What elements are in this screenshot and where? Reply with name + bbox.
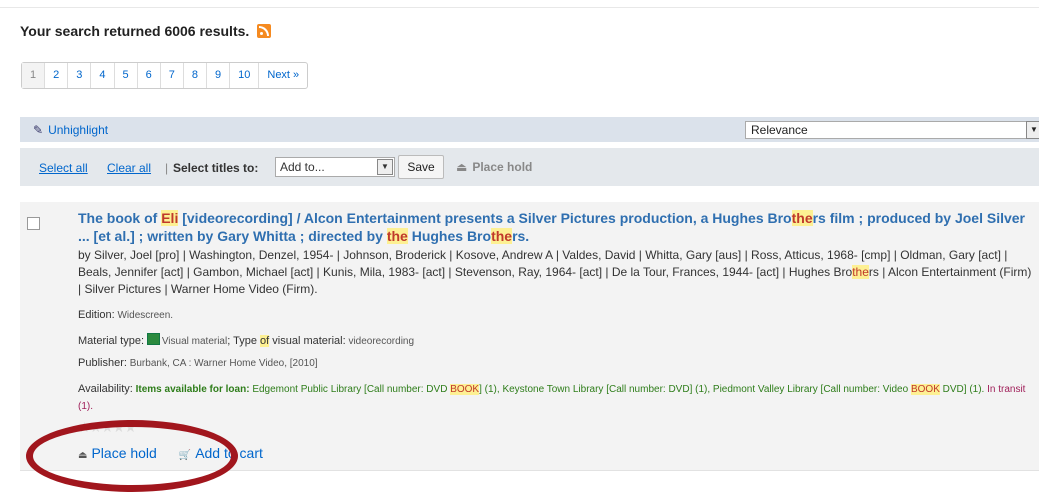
edition-row: Edition: Widescreen. <box>78 309 173 321</box>
unhighlight-icon: ✎ <box>33 123 44 137</box>
chevron-down-icon[interactable]: ▼ <box>377 159 393 175</box>
annotation-circle <box>26 420 238 492</box>
sort-select[interactable]: Relevance ▼ <box>745 121 1039 139</box>
place-hold-toolbar-label: Place hold <box>472 160 533 174</box>
available-label: Items available for loan: <box>135 384 250 395</box>
result-checkbox[interactable] <box>27 217 40 230</box>
save-button[interactable]: Save <box>398 155 444 179</box>
title-highlight: the <box>386 228 408 244</box>
type-label: ; Type <box>227 335 261 347</box>
unhighlight-link[interactable]: ✎ Unhighlight <box>33 123 108 137</box>
clear-all-link[interactable]: Clear all <box>107 161 151 175</box>
add-to-select[interactable]: Add to... ▼ <box>275 157 395 177</box>
title-text: [videorecording] / Alcon Entertainment p… <box>178 210 792 226</box>
page-7[interactable]: 7 <box>161 63 184 88</box>
availability-highlight: BOOK <box>450 384 480 395</box>
title-text: The book of <box>78 210 162 226</box>
title-text: rs. <box>512 228 530 244</box>
next-page-link[interactable]: Next » <box>259 63 307 88</box>
result-authors: by Silver, Joel [pro] | Washington, Denz… <box>78 247 1033 298</box>
material-value: Visual material <box>161 336 228 347</box>
title-highlight: the <box>491 228 513 244</box>
page-8[interactable]: 8 <box>184 63 207 88</box>
title-text: Hughes Bro <box>407 228 492 244</box>
page-6[interactable]: 6 <box>138 63 161 88</box>
type-highlight: of <box>260 335 270 347</box>
edition-label: Edition: <box>78 309 115 321</box>
top-divider <box>0 7 1039 8</box>
page-3[interactable]: 3 <box>68 63 92 88</box>
availability-highlight: BOOK <box>910 384 940 395</box>
availability-row: Availability: Items available for loan: … <box>78 381 1038 415</box>
availability-text: Edgemont Public Library [Call number: DV… <box>252 384 451 395</box>
type-value: videorecording <box>348 336 415 347</box>
film-icon <box>146 333 160 345</box>
add-to-value: Add to... <box>280 160 325 174</box>
title-highlight: Eli <box>161 210 179 226</box>
result-title-link[interactable]: The book of Eli [videorecording] / Alcon… <box>78 209 1039 245</box>
edition-value: Widescreen. <box>117 310 174 321</box>
separator: | <box>165 161 169 175</box>
chevron-down-icon[interactable]: ▼ <box>1026 121 1039 139</box>
publisher-label: Publisher: <box>78 357 127 369</box>
material-type-row: Material type: Visual material; Type of … <box>78 333 414 347</box>
unhighlight-label: Unhighlight <box>48 123 109 137</box>
selection-toolbar: Select all Clear all | Select titles to:… <box>20 148 1039 186</box>
availability-label: Availability: <box>78 383 133 395</box>
page-2[interactable]: 2 <box>45 63 69 88</box>
material-label: Material type: <box>78 335 145 347</box>
rss-feed-icon[interactable] <box>257 24 272 38</box>
page-10[interactable]: 10 <box>230 63 260 88</box>
results-count-text: Your search returned 6006 results. <box>20 23 250 39</box>
select-all-link[interactable]: Select all <box>39 161 88 175</box>
sort-value: Relevance <box>751 123 808 137</box>
title-highlight: the <box>791 210 813 226</box>
availability-text: DVD] (1). <box>939 384 985 395</box>
highlight-sort-bar: ✎ Unhighlight Relevance ▼ <box>20 117 1039 142</box>
publisher-row: Publisher: Burbank, CA : Warner Home Vid… <box>78 357 318 369</box>
authors-highlight: the <box>852 265 869 279</box>
pagination: 1 2 3 4 5 6 7 8 9 10 Next » <box>21 62 309 89</box>
page-5[interactable]: 5 <box>115 63 138 88</box>
results-heading: Your search returned 6006 results. <box>20 23 272 39</box>
availability-text: ] (1), Keystone Town Library [Call numbe… <box>479 384 911 395</box>
type-label: visual material: <box>269 335 346 347</box>
page-1: 1 <box>22 63 46 88</box>
publisher-value: Burbank, CA : Warner Home Video, [2010] <box>129 358 318 369</box>
place-hold-toolbar-button[interactable]: ⏏ Place hold <box>456 160 532 174</box>
hold-icon: ⏏ <box>456 160 468 174</box>
page-4[interactable]: 4 <box>91 63 115 88</box>
select-titles-label: Select titles to: <box>173 161 259 175</box>
page-9[interactable]: 9 <box>207 63 231 88</box>
